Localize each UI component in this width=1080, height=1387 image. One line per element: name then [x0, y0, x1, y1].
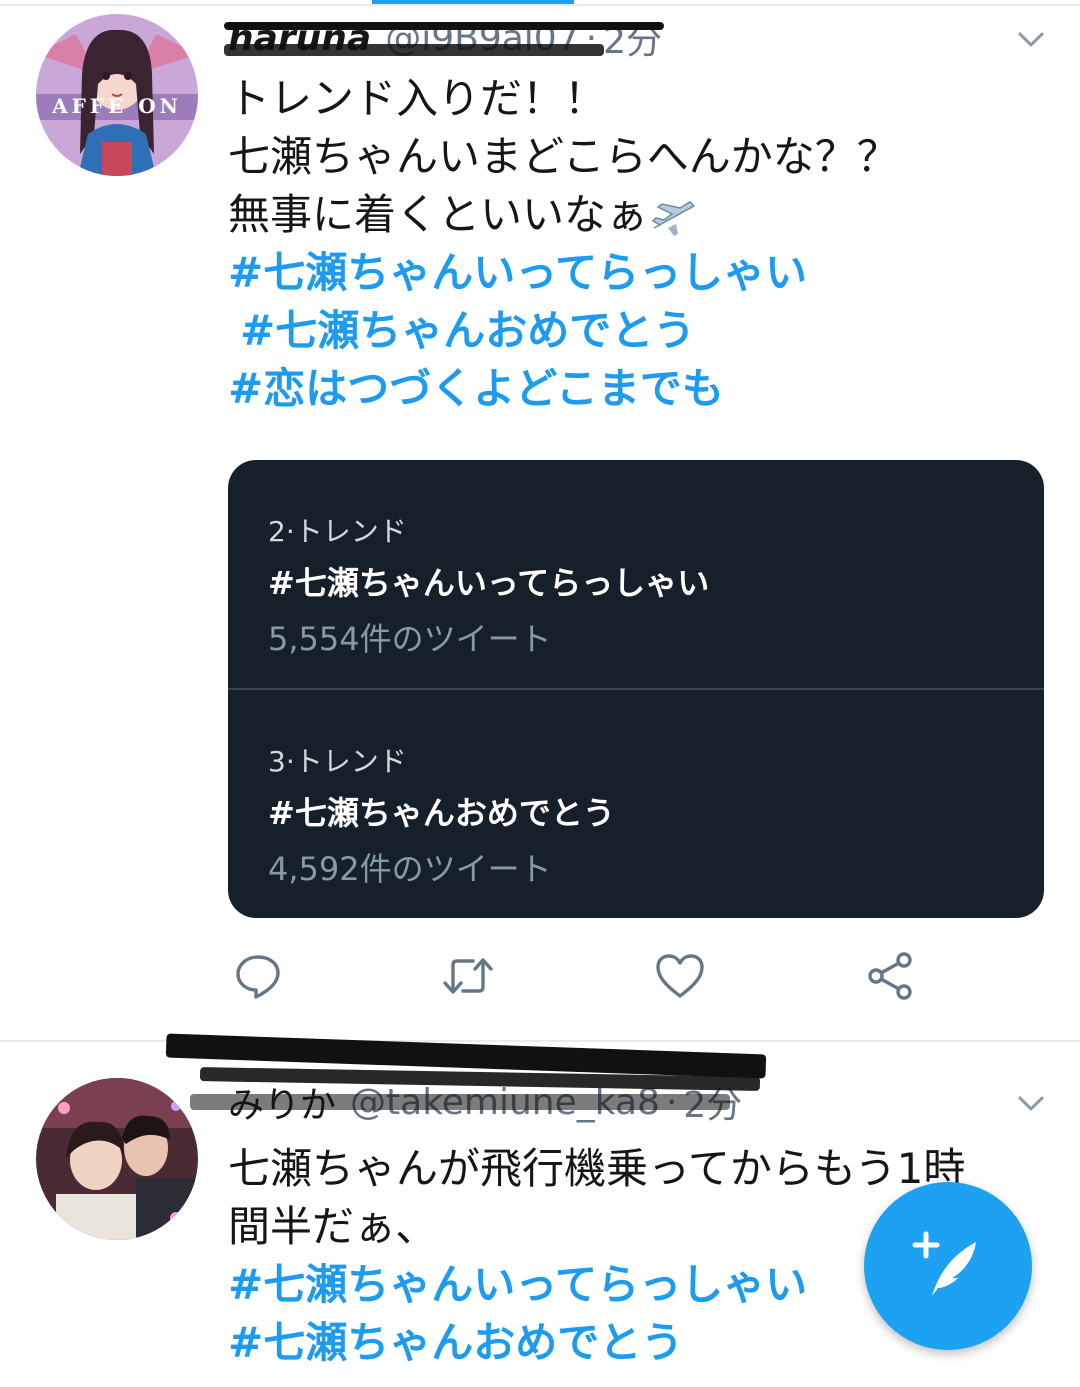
trend-rank: 3·トレンド: [268, 745, 407, 778]
trend-item[interactable]: 2·トレンド #七瀬ちゃんいってらっしゃい 5,554件のツイート: [228, 460, 1044, 688]
trend-hashtag: #七瀬ちゃんおめでとう: [268, 794, 615, 832]
redaction-bar: [190, 1094, 730, 1110]
trend-hashtag: #七瀬ちゃんいってらっしゃい: [268, 564, 710, 602]
compose-button[interactable]: [864, 1182, 1032, 1350]
trends-card[interactable]: 2·トレンド #七瀬ちゃんいってらっしゃい 5,554件のツイート 3·トレンド…: [228, 460, 1044, 918]
text-line: 無事に着くといいなぁ: [228, 190, 649, 239]
reply-icon: [236, 955, 280, 999]
avatar[interactable]: [36, 1078, 198, 1240]
redaction-bar: [224, 44, 604, 56]
trend-count: 4,592件のツイート: [268, 850, 552, 888]
hashtag-link[interactable]: #七瀬ちゃんいってらっしゃい: [228, 244, 1028, 302]
redaction-bar: [224, 22, 664, 30]
hashtag-link[interactable]: #恋はつづくよどこまでも: [228, 360, 1028, 418]
like-button[interactable]: [652, 948, 708, 1004]
timestamp[interactable]: 2分: [603, 12, 662, 64]
text-line-with-emoji: 無事に着くといいなぁ: [228, 186, 1028, 244]
trend-rank: 2·トレンド: [268, 515, 407, 548]
retweet-icon: [443, 958, 493, 994]
airplane-icon: [651, 200, 696, 236]
tweet-text: トレンド入りだ！！ 七瀬ちゃんいまどこらへんかな？？ 無事に着くといいなぁ #七…: [228, 70, 1028, 418]
text-line: 七瀬ちゃんが飛行機乗ってからもう1時: [228, 1144, 966, 1193]
text-line: トレンド入りだ！！: [228, 74, 607, 123]
reply-button[interactable]: [230, 948, 286, 1004]
top-divider: [0, 4, 1080, 6]
chevron-down-icon[interactable]: [1016, 1088, 1046, 1118]
retweet-button[interactable]: [440, 948, 496, 1004]
tab-indicator: [372, 0, 574, 4]
avatar-text: AFFE ON: [52, 94, 182, 118]
like-icon: [656, 954, 704, 998]
tweet-header: haruna @i9B9al07 · 2分: [228, 12, 662, 64]
share-button[interactable]: [862, 948, 918, 1004]
compose-icon: [912, 1231, 976, 1296]
share-icon: [868, 952, 912, 1000]
trend-count: 5,554件のツイート: [268, 620, 552, 658]
trend-item[interactable]: 3·トレンド #七瀬ちゃんおめでとう 4,592件のツイート: [228, 688, 1044, 918]
tweet[interactable]: AFFE ON haruna @i9B9al07 · 2分 トレンド入りだ！！ …: [0, 8, 1080, 1038]
avatar[interactable]: AFFE ON: [36, 14, 198, 176]
hashtag-link[interactable]: #七瀬ちゃんおめでとう: [228, 302, 1028, 360]
tweet-actions: [228, 948, 1028, 1008]
chevron-down-icon[interactable]: [1016, 24, 1046, 54]
text-line: 七瀬ちゃんいまどこらへんかな？？: [228, 132, 899, 181]
